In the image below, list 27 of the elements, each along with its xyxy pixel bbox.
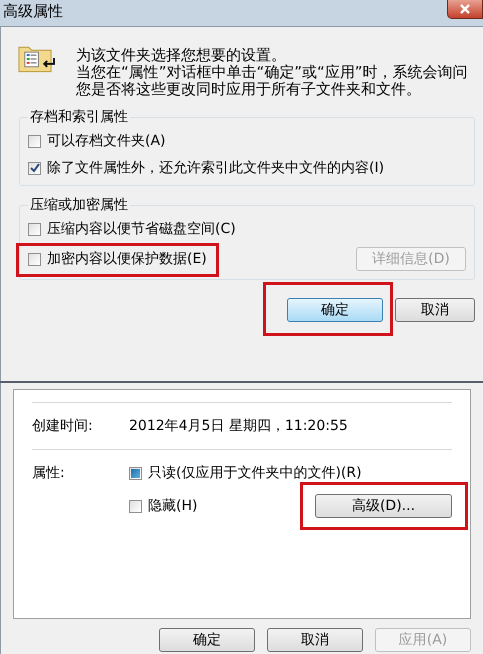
checkbox[interactable]: 压缩内容以便节省磁盘空间(C) — [28, 220, 236, 238]
cancel-button[interactable]: 取消 — [267, 628, 363, 652]
checkbox[interactable]: 可以存档文件夹(A) — [28, 132, 166, 150]
cancel-button[interactable]: 取消 — [395, 298, 475, 322]
advanced-button[interactable]: 高级(D)... — [315, 494, 452, 518]
checkbox[interactable]: 加密内容以便保护数据(E) — [28, 250, 207, 268]
field-label: 属性: — [32, 464, 66, 483]
checkbox-box[interactable] — [28, 134, 41, 148]
window-title: 高级属性 — [3, 2, 63, 20]
field-value: 2012年4月5日 星期四，11:20:55 — [129, 417, 349, 435]
ok-button[interactable]: 确定 — [159, 628, 255, 652]
description-text: 当您在“属性”对话框中单击“确定”或“应用”时，系统会询问您是否将这些更改同时应用于所有子文件夹和文件。 — [76, 64, 469, 98]
checkbox-box[interactable] — [28, 222, 41, 236]
checkbox-box[interactable] — [28, 252, 41, 266]
field-label: 创建时间: — [32, 417, 94, 435]
close-icon — [460, 4, 470, 14]
checkbox[interactable]: 隐藏(H) — [129, 497, 198, 515]
description-text: 为该文件夹选择您想要的设置。 — [76, 47, 287, 64]
checkbox[interactable]: 除了文件属性外，还允许索引此文件夹中文件的内容(I) — [28, 159, 384, 177]
close-button[interactable] — [447, 0, 483, 19]
ok-button[interactable]: 确定 — [287, 298, 383, 322]
group-title: 存档和索引属性 — [29, 108, 129, 126]
checkbox-box[interactable] — [129, 466, 142, 480]
checkbox[interactable]: 只读(仅应用于文件夹中的文件)(R) — [129, 464, 362, 482]
checkbox-box[interactable] — [28, 162, 41, 174]
checkbox-box[interactable] — [129, 500, 142, 512]
group-title: 压缩或加密属性 — [29, 196, 129, 214]
